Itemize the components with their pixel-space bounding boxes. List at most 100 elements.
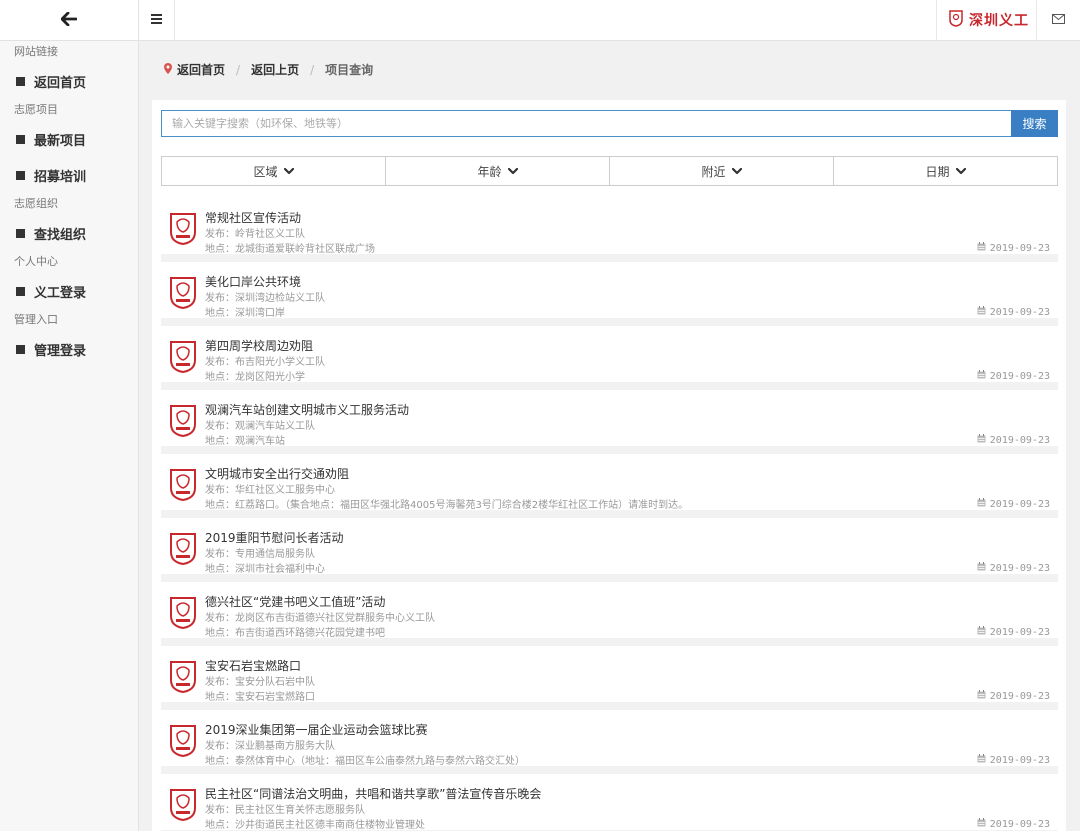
- square-bullet-icon: [16, 286, 25, 296]
- item-date: 2019-09-23: [977, 562, 1050, 574]
- sidebar-item-label: 查找组织: [34, 227, 87, 243]
- sidebar-item[interactable]: 招募培训: [0, 157, 138, 193]
- item-publisher: 发布：深圳湾边检站义工队: [205, 293, 325, 304]
- breadcrumb: 返回首页 / 返回上页 / 项目查询: [152, 52, 1066, 87]
- shield-icon: [949, 10, 963, 30]
- chevron-down-icon: [731, 164, 742, 178]
- calendar-icon: [977, 754, 986, 766]
- item-date: 2019-09-23: [977, 498, 1050, 510]
- sidebar-section-label: 管理入口: [14, 313, 58, 326]
- breadcrumb-separator: /: [236, 62, 241, 77]
- menu-toggle-button[interactable]: [139, 0, 175, 40]
- filter-label: 日期: [925, 164, 950, 179]
- sidebar-section-label: 网站链接: [14, 45, 58, 58]
- sidebar-item[interactable]: 管理登录: [0, 331, 138, 367]
- item-title[interactable]: 第四周学校周边劝阻: [205, 337, 313, 354]
- item-date: 2019-09-23: [977, 754, 1050, 766]
- item-date-text: 2019-09-23: [989, 434, 1050, 446]
- volunteer-logo-icon: [169, 532, 197, 566]
- list-item[interactable]: 宝安石岩宝燃路口 发布：宝安分队石岩中队 地点：宝安石岩宝燃路口 2019-09-23: [161, 646, 1058, 710]
- square-bullet-icon: [16, 228, 25, 238]
- list-item[interactable]: 观澜汽车站创建文明城市义工服务活动发布：观澜汽车站义工队 地点：观澜汽车站 2019…: [161, 390, 1058, 454]
- square-bullet-icon: [16, 134, 25, 144]
- sidebar-nav: 网站链接 返回首页 志愿项目 最新项目 招募培训 志愿组织 查找组织 个人中心 义工登录 管理入口…: [0, 41, 138, 367]
- sidebar-item[interactable]: 返回首页: [0, 63, 138, 99]
- back-button[interactable]: [0, 0, 138, 41]
- calendar-icon: [977, 498, 986, 510]
- calendar-icon: [977, 434, 986, 446]
- list-item[interactable]: 文明城市安全出行交通劝阻 发布：华红社区义工服务中心 地点：红荔路口。（集合地点：福…: [161, 454, 1058, 518]
- brand-name: 深圳义工: [969, 13, 1029, 29]
- search-input[interactable]: [161, 110, 1011, 137]
- search-bar: 搜索: [161, 110, 1058, 137]
- top-bar: 深圳义工: [139, 0, 1080, 41]
- hamburger-icon: [151, 13, 162, 27]
- item-title[interactable]: 常规社区宣传活动: [205, 209, 301, 226]
- breadcrumb-back-link[interactable]: 返回上页: [251, 61, 299, 78]
- filter-dropdown[interactable]: 区域: [162, 157, 386, 185]
- item-date-text: 2019-09-23: [989, 626, 1050, 638]
- item-publisher: 发布：观澜汽车站义工队: [205, 421, 315, 432]
- filter-dropdown[interactable]: 年龄: [386, 157, 610, 185]
- volunteer-logo-icon: [169, 788, 197, 822]
- item-date: 2019-09-23: [977, 242, 1050, 254]
- item-title[interactable]: 观澜汽车站创建文明城市义工服务活动: [205, 401, 409, 418]
- list-item[interactable]: 2019深业集团第一届企业运动会篮球比赛 发布：深业鹏基南方服务大队 地点：泰然体育…: [161, 710, 1058, 774]
- item-location: 地点：观澜汽车站: [205, 436, 285, 447]
- calendar-icon: [977, 306, 986, 318]
- breadcrumb-current: 项目查询: [325, 63, 374, 77]
- item-publisher: 发布：布吉阳光小学义工队: [205, 357, 325, 368]
- brand-logo[interactable]: 深圳义工: [936, 0, 1036, 40]
- item-date: 2019-09-23: [977, 818, 1050, 830]
- item-publisher: 发布：龙岗区布吉街道德兴社区党群服务中心义工队: [205, 613, 435, 624]
- chevron-down-icon: [283, 164, 294, 178]
- list-item[interactable]: 美化口岸公共环境 发布：深圳湾边检站义工队 地点：深圳湾口岸 2019-09-23: [161, 262, 1058, 326]
- volunteer-logo-icon: [169, 660, 197, 694]
- sidebar-item-label: 招募培训: [34, 169, 87, 185]
- calendar-icon: [977, 242, 986, 254]
- square-bullet-icon: [16, 76, 25, 86]
- item-date: 2019-09-23: [977, 370, 1050, 382]
- item-title[interactable]: 美化口岸公共环境: [205, 273, 301, 290]
- volunteer-logo-icon: [169, 596, 197, 630]
- list-item[interactable]: 第四周学校周边劝阻 发布：布吉阳光小学义工队 地点：龙岗区阳光小学 2019-09-2…: [161, 326, 1058, 390]
- item-location: 地点：红荔路口。（集合地点：福田区华强北路4005号海馨苑3号门综合楼2楼华红社…: [205, 500, 689, 511]
- sidebar-section-label: 志愿项目: [14, 103, 58, 116]
- sidebar-item[interactable]: 查找组织: [0, 215, 138, 251]
- breadcrumb-home-link[interactable]: 返回首页: [177, 61, 225, 78]
- filter-label: 年龄: [477, 164, 502, 179]
- item-location: 地点：泰然体育中心（地址：福田区车公庙泰然九路与泰然六路交汇处）: [205, 756, 525, 767]
- map-marker-icon: [164, 62, 172, 77]
- sidebar-item-label: 最新项目: [34, 133, 87, 149]
- item-title[interactable]: 2019重阳节慰问长者活动: [205, 529, 344, 546]
- filter-label: 附近: [701, 164, 726, 179]
- sidebar-item-label: 管理登录: [34, 343, 87, 359]
- sidebar-item[interactable]: 最新项目: [0, 121, 138, 157]
- item-title[interactable]: 德兴社区“党建书吧义工值班”活动: [205, 593, 385, 610]
- list-item[interactable]: 德兴社区“党建书吧义工值班”活动 发布：龙岗区布吉街道德兴社区党群服务中心义工队地…: [161, 582, 1058, 646]
- calendar-icon: [977, 370, 986, 382]
- volunteer-logo-icon: [169, 404, 197, 438]
- project-list: 常规社区宣传活动 发布：岭背社区义工队 地点：龙城街道爱联岭背社区联成广场 2019-…: [161, 198, 1058, 831]
- list-item[interactable]: 常规社区宣传活动 发布：岭背社区义工队 地点：龙城街道爱联岭背社区联成广场 2019-…: [161, 198, 1058, 262]
- item-title[interactable]: 宝安石岩宝燃路口: [205, 657, 301, 674]
- item-location: 地点：宝安石岩宝燃路口: [205, 692, 315, 703]
- mail-button[interactable]: [1036, 0, 1080, 40]
- list-item[interactable]: 民主社区“同谱法治文明曲，共唱和谐共享歌”普法宣传音乐晚会 发布：民主社区生育关怀…: [161, 774, 1058, 831]
- item-title[interactable]: 民主社区“同谱法治文明曲，共唱和谐共享歌”普法宣传音乐晚会: [205, 785, 541, 802]
- item-location: 地点：深圳湾口岸: [205, 308, 285, 319]
- filter-dropdown[interactable]: 日期: [834, 157, 1057, 185]
- calendar-icon: [977, 562, 986, 574]
- filter-dropdown[interactable]: 附近: [610, 157, 834, 185]
- item-title[interactable]: 文明城市安全出行交通劝阻: [205, 465, 349, 482]
- item-date-text: 2019-09-23: [989, 754, 1050, 766]
- item-title[interactable]: 2019深业集团第一届企业运动会篮球比赛: [205, 721, 428, 738]
- search-button[interactable]: 搜索: [1011, 110, 1058, 137]
- arrow-left-icon: [60, 11, 78, 29]
- list-item[interactable]: 2019重阳节慰问长者活动 发布：专用通信局服务队 地点：深圳市社会福利中心 2019…: [161, 518, 1058, 582]
- volunteer-logo-icon: [169, 340, 197, 374]
- item-publisher: 发布：岭背社区义工队: [205, 229, 305, 240]
- sidebar-item[interactable]: 义工登录: [0, 273, 138, 309]
- sidebar-item-label: 返回首页: [34, 75, 87, 91]
- sidebar-section-label: 个人中心: [14, 255, 58, 268]
